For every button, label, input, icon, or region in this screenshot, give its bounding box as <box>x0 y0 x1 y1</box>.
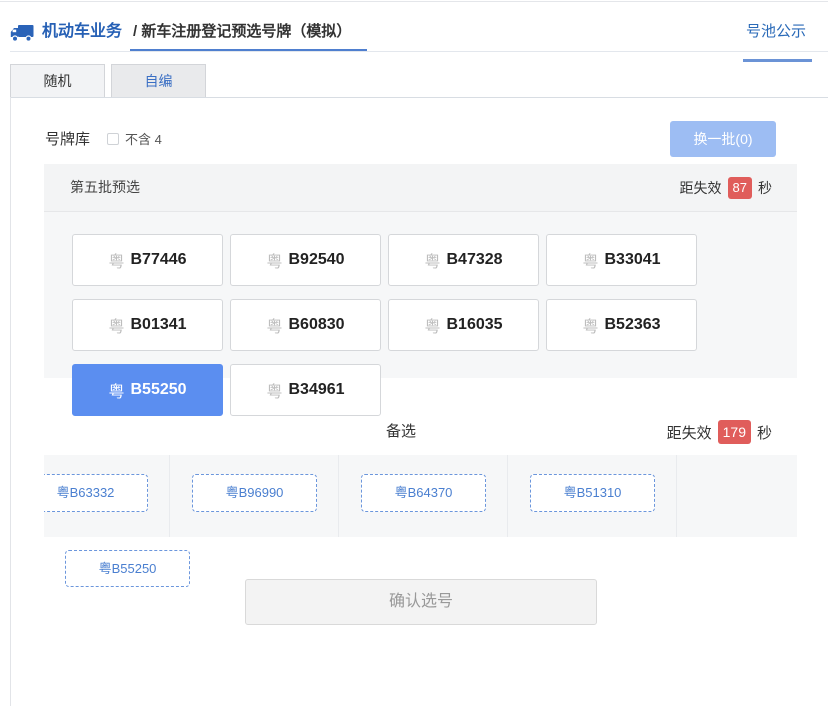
alternates-row: 粤B63332 粤B96990 粤B64370 粤B51310 <box>44 455 797 537</box>
plate-province: 粤 <box>266 384 283 401</box>
panel-left-border <box>10 97 11 706</box>
plate-province: 粤 <box>266 319 283 336</box>
plate-option[interactable]: 粤 B01341 <box>72 299 223 351</box>
plate-option[interactable]: 粤 B52363 <box>546 299 697 351</box>
confirm-selection-button[interactable]: 确认选号 <box>245 579 597 625</box>
countdown-badge: 87 <box>727 176 752 199</box>
plate-number: B52363 <box>604 316 661 333</box>
plate-province: 粤 <box>108 254 125 271</box>
exclude-four-label[interactable]: 不含 4 <box>125 131 162 149</box>
plate-option[interactable]: 粤 B34961 <box>230 364 381 416</box>
plate-province: 粤 <box>108 319 125 336</box>
alternate-cell: 粤B96990 <box>170 455 339 537</box>
refresh-batch-button[interactable]: 换一批(0) <box>670 121 776 157</box>
plate-province: 粤 <box>108 384 125 401</box>
expire-prefix: 距失效 <box>679 179 722 196</box>
plate-province: 粤 <box>582 319 599 336</box>
plate-number: B60830 <box>288 316 345 333</box>
tab-random[interactable]: 随机 <box>10 64 105 97</box>
preselect-header: 第五批预选 距失效 87 秒 <box>44 164 797 212</box>
expire-suffix: 秒 <box>758 179 772 196</box>
exclude-four-checkbox[interactable] <box>107 133 119 145</box>
pool-link-underline <box>743 59 812 62</box>
alternate-cell-empty <box>677 455 797 537</box>
plate-province: 粤 <box>582 254 599 271</box>
plate-number: B01341 <box>130 316 187 333</box>
plate-province: 粤 <box>424 254 441 271</box>
page-title: / 新车注册登记预选号牌（模拟） <box>133 23 352 40</box>
alternate-plate[interactable]: 粤B63332 <box>44 474 148 512</box>
plate-option[interactable]: 粤 B60830 <box>230 299 381 351</box>
plate-number: B47328 <box>446 251 503 268</box>
header-divider <box>10 51 828 52</box>
alternate-plate[interactable]: 粤B64370 <box>361 474 486 512</box>
alternate-cell: 粤B63332 <box>44 455 170 537</box>
alternate-cell: 粤B51310 <box>508 455 677 537</box>
plate-option[interactable]: 粤 B47328 <box>388 234 539 286</box>
plate-number: B34961 <box>288 381 345 398</box>
plate-grid: 粤 B77446 粤 B92540 粤 B47328 粤 B33041 粤 B0… <box>72 234 697 416</box>
plate-province: 粤 <box>266 254 283 271</box>
plate-option[interactable]: 粤 B77446 <box>72 234 223 286</box>
plate-number: B55250 <box>130 381 187 398</box>
batch-title: 第五批预选 <box>70 179 140 195</box>
alternates-countdown: 距失效 179 秒 <box>667 420 772 444</box>
plate-number: B77446 <box>130 251 187 268</box>
plate-number: B92540 <box>288 251 345 268</box>
alternate-plate[interactable]: 粤B96990 <box>192 474 317 512</box>
preselect-countdown: 距失效 87 秒 <box>680 164 772 211</box>
alternates-title: 备选 <box>386 423 417 440</box>
alternate-plate[interactable]: 粤B51310 <box>530 474 655 512</box>
plate-option-selected[interactable]: 粤 B55250 <box>72 364 223 416</box>
countdown-badge: 179 <box>717 420 751 444</box>
plate-number: B33041 <box>604 251 661 268</box>
alternate-cell: 粤B64370 <box>339 455 508 537</box>
truck-icon <box>10 25 34 42</box>
plate-library-label: 号牌库 <box>45 131 91 148</box>
plate-option[interactable]: 粤 B92540 <box>230 234 381 286</box>
expire-prefix: 距失效 <box>666 424 712 442</box>
top-divider <box>0 1 828 2</box>
plate-option[interactable]: 粤 B33041 <box>546 234 697 286</box>
pool-notice-link[interactable]: 号池公示 <box>746 21 806 43</box>
plate-province: 粤 <box>424 319 441 336</box>
expire-suffix: 秒 <box>756 424 772 442</box>
chosen-plate[interactable]: 粤B55250 <box>65 550 190 587</box>
plate-number: B16035 <box>446 316 503 333</box>
tab-custom[interactable]: 自编 <box>111 64 206 97</box>
plate-option[interactable]: 粤 B16035 <box>388 299 539 351</box>
alternates-strip[interactable]: 粤B63332 粤B96990 粤B64370 粤B51310 <box>44 455 797 537</box>
section-link[interactable]: 机动车业务 <box>42 21 122 43</box>
tabs-divider <box>10 97 828 98</box>
